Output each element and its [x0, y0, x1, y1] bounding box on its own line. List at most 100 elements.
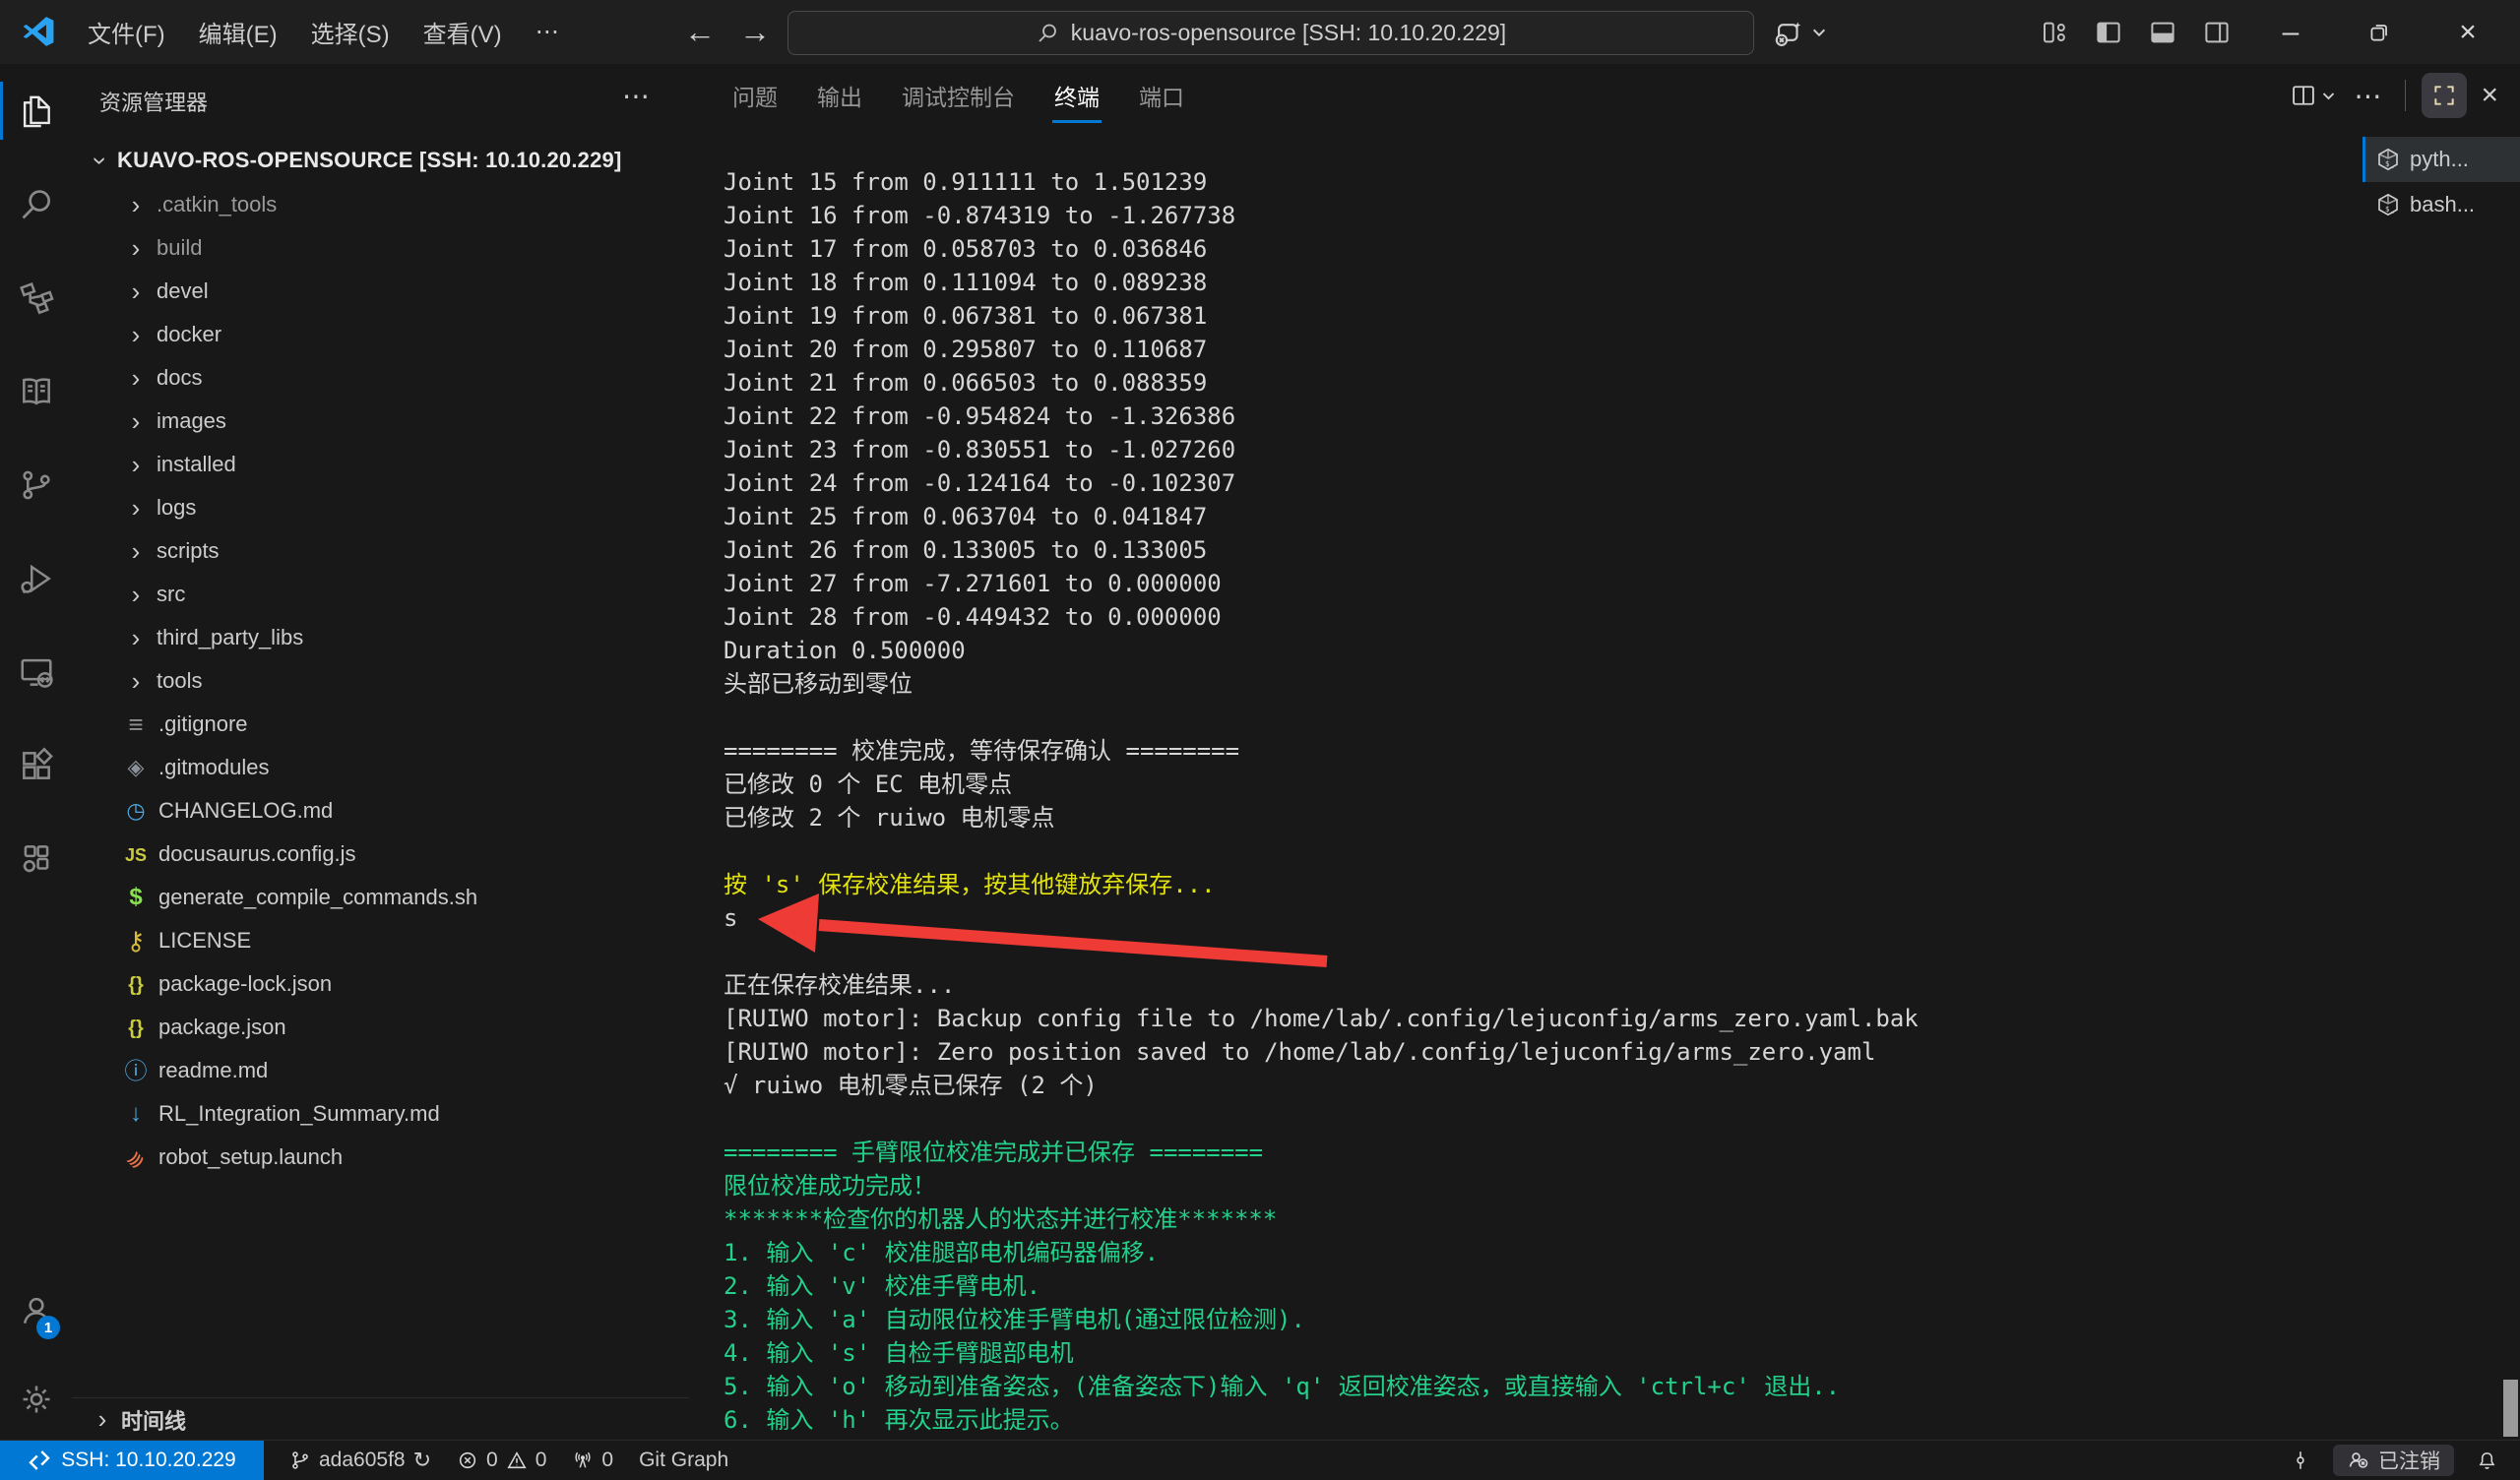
tree-file-row[interactable]: generate_compile_commands.sh	[72, 876, 689, 919]
terminal-tab[interactable]: $_ bash...	[2362, 182, 2520, 227]
activity-settings[interactable]	[0, 1357, 72, 1441]
terminal-output[interactable]: Joint 15 from 0.911111 to 1.501239 Joint …	[724, 165, 2353, 1437]
nav-forward-icon[interactable]: →	[732, 0, 778, 64]
tree-file-row[interactable]: package.json	[72, 1006, 689, 1049]
tree-file-row[interactable]: package-lock.json	[72, 962, 689, 1006]
split-terminal-button[interactable]	[2290, 82, 2336, 109]
more-actions-icon[interactable]: ⋯	[622, 80, 650, 112]
menu-item[interactable]: 查看(V)	[407, 15, 519, 49]
tree-file-row[interactable]: CHANGELOG.md	[72, 789, 689, 832]
explorer-root-row[interactable]: › KUAVO-ROS-OPENSOURCE [SSH: 10.10.20.22…	[72, 141, 689, 180]
terminal-line: 已修改 2 个 ruiwo 电机零点	[724, 801, 2353, 834]
file-type-icon	[119, 928, 153, 954]
tree-file-row[interactable]: .gitignore	[72, 703, 689, 746]
file-type-icon	[119, 1060, 153, 1082]
search-icon	[1036, 22, 1059, 45]
menu-item[interactable]: 选择(S)	[294, 15, 407, 49]
branch-name: ada605f8	[319, 1449, 406, 1472]
terminal-line	[724, 701, 2353, 734]
sidebar-title: 资源管理器	[99, 86, 208, 117]
terminal-tab[interactable]: $_ pyth...	[2362, 137, 2520, 182]
activity-source-graph[interactable]	[0, 251, 72, 344]
menu-item[interactable]: 编辑(E)	[182, 15, 294, 49]
tree-folder-row[interactable]: › tools	[72, 659, 689, 703]
terminal-line: 正在保存校准结果...	[724, 968, 2353, 1002]
tree-folder-row[interactable]: › docker	[72, 313, 689, 356]
file-type-icon	[119, 800, 153, 822]
activity-extensions[interactable]	[0, 718, 72, 812]
close-button[interactable]: ×	[2437, 0, 2498, 64]
activity-explorer[interactable]	[0, 64, 72, 157]
terminal-line: Joint 22 from -0.954824 to -1.326386	[724, 400, 2353, 433]
maximize-panel-button[interactable]	[2422, 73, 2467, 118]
tree-folder-row[interactable]: › logs	[72, 486, 689, 529]
activity-remote-explorer[interactable]	[0, 625, 72, 718]
activity-accounts[interactable]: 1	[0, 1264, 72, 1357]
account-badge: 1	[36, 1316, 60, 1339]
nav-back-icon[interactable]: ←	[677, 0, 723, 64]
toggle-secondary-sidebar-icon[interactable]	[2202, 18, 2232, 47]
panel-tab[interactable]: 输出	[817, 64, 862, 127]
terminal-line: Joint 20 from 0.295807 to 0.110687	[724, 333, 2353, 366]
panel-more-actions-icon[interactable]: ⋯	[2354, 80, 2381, 112]
activity-search[interactable]	[0, 157, 72, 251]
toggle-panel-icon[interactable]	[2148, 18, 2177, 47]
tree-file-row[interactable]: LICENSE	[72, 919, 689, 962]
activity-source-control[interactable]	[0, 438, 72, 531]
copilot-menu[interactable]	[1772, 14, 1827, 51]
tree-folder-row[interactable]: › images	[72, 400, 689, 443]
panel-tab[interactable]: 端口	[1139, 64, 1184, 127]
file-name: CHANGELOG.md	[158, 798, 333, 824]
menu-item[interactable]: ⋯	[519, 18, 576, 46]
tree-folder-row[interactable]: › installed	[72, 443, 689, 486]
tree-folder-row[interactable]: › scripts	[72, 529, 689, 573]
tree-folder-row[interactable]: › build	[72, 226, 689, 270]
chevron-right-icon: ›	[121, 233, 151, 264]
radio-tower-item[interactable]: 0	[572, 1449, 613, 1472]
port-icon[interactable]	[2290, 1449, 2311, 1471]
timeline-section[interactable]: › 时间线	[72, 1397, 689, 1441]
tree-folder-row[interactable]: › .catkin_tools	[72, 183, 689, 226]
panel-tab[interactable]: 终端	[1054, 64, 1100, 127]
remote-indicator[interactable]: SSH: 10.10.20.229	[0, 1441, 264, 1480]
tree-file-row[interactable]: .gitmodules	[72, 746, 689, 789]
panel-tab[interactable]: 调试控制台	[902, 64, 1015, 127]
customize-layout-icon[interactable]	[2040, 18, 2069, 47]
svg-text:$_: $_	[2385, 205, 2395, 214]
blocks-gear-icon	[18, 840, 55, 878]
bell-icon[interactable]	[2476, 1449, 2498, 1472]
terminal-line: 按 's' 保存校准结果，按其他键放弃保存...	[724, 868, 2353, 901]
menu-bar: 文件(F)编辑(E)选择(S)查看(V)⋯	[71, 0, 576, 64]
git-graph-item[interactable]: Git Graph	[639, 1449, 728, 1472]
activity-robot-tools[interactable]	[0, 812, 72, 905]
chevron-expanded-icon: ›	[86, 146, 116, 175]
command-center[interactable]: kuavo-ros-opensource [SSH: 10.10.20.229]	[788, 11, 1754, 55]
chevron-down-icon	[2321, 89, 2336, 103]
toggle-primary-sidebar-icon[interactable]	[2094, 18, 2123, 47]
folder-name: devel	[157, 278, 209, 304]
tree-file-row[interactable]: readme.md	[72, 1049, 689, 1092]
tree-file-row[interactable]: RL_Integration_Summary.md	[72, 1092, 689, 1136]
restore-button[interactable]	[2349, 0, 2410, 64]
warning-icon	[506, 1449, 528, 1471]
close-panel-icon[interactable]: ×	[2481, 79, 2498, 112]
activity-run-debug[interactable]	[0, 531, 72, 625]
tree-folder-row[interactable]: › third_party_libs	[72, 616, 689, 659]
menu-item[interactable]: 文件(F)	[71, 15, 182, 49]
git-branch-item[interactable]: ada605f8 ↻	[289, 1448, 431, 1473]
tree-folder-row[interactable]: › docs	[72, 356, 689, 400]
tree-folder-row[interactable]: › devel	[72, 270, 689, 313]
tree-file-row[interactable]: robot_setup.launch	[72, 1136, 689, 1179]
panel-actions: ⋯ ×	[2290, 64, 2520, 127]
copilot-status-item[interactable]: 已注销	[2333, 1445, 2454, 1476]
minimize-button[interactable]: –	[2260, 0, 2321, 64]
activity-docs[interactable]	[0, 344, 72, 438]
extensions-icon	[18, 747, 55, 784]
tree-file-row[interactable]: docusaurus.config.js	[72, 832, 689, 876]
terminal-scrollbar-thumb[interactable]	[2503, 1380, 2518, 1437]
folder-name: src	[157, 582, 185, 607]
tree-folder-row[interactable]: › src	[72, 573, 689, 616]
problems-item[interactable]: 0 0	[457, 1449, 546, 1472]
terminal-line: Joint 15 from 0.911111 to 1.501239	[724, 165, 2353, 199]
panel-tab[interactable]: 问题	[732, 64, 778, 127]
